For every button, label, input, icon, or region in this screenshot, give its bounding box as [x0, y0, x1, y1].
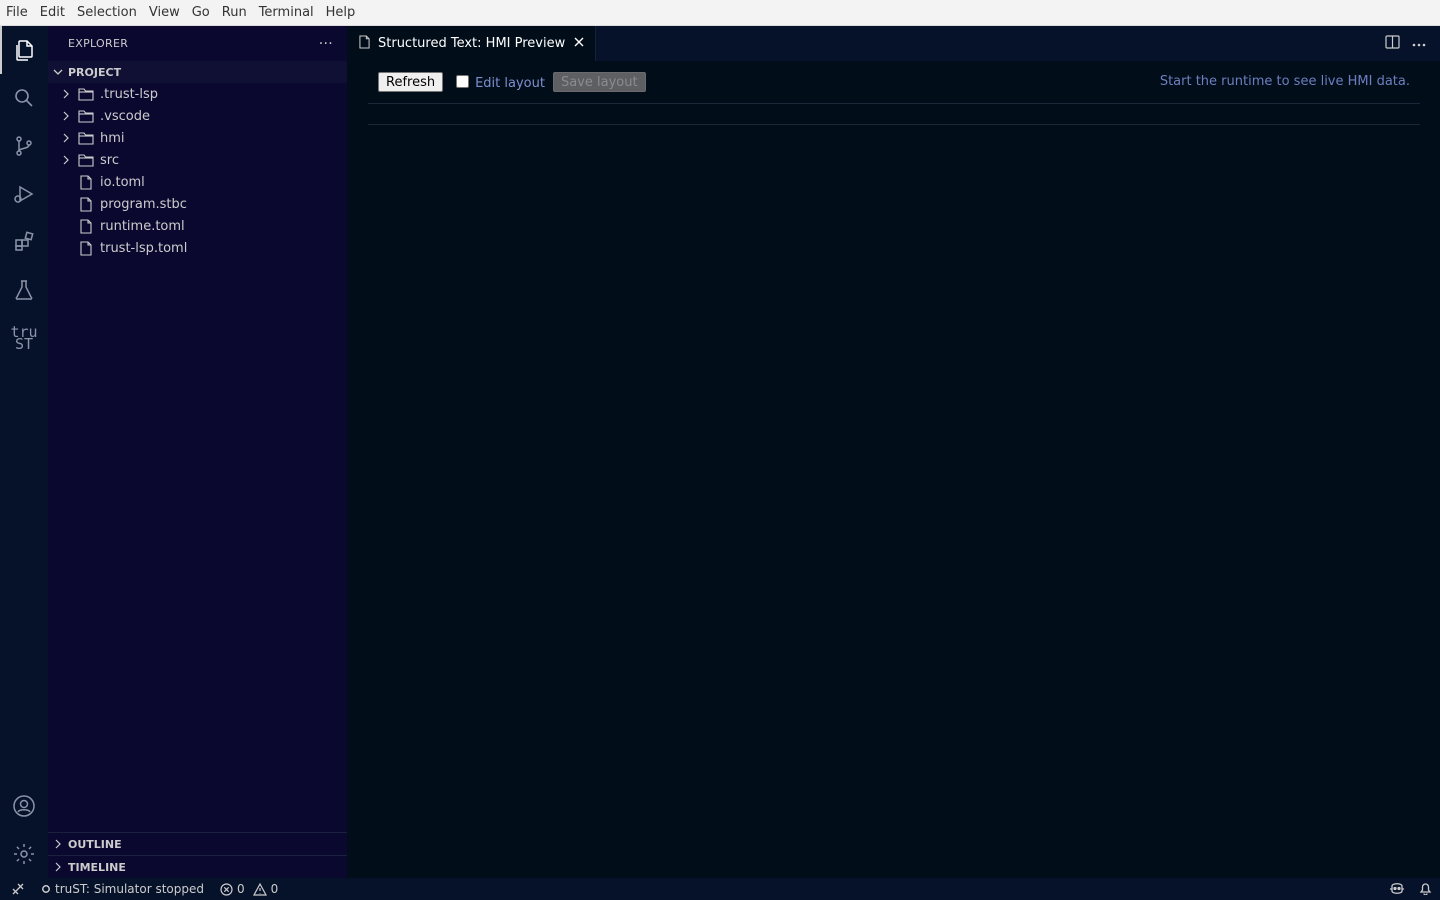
- activity-bar: tru ST: [0, 26, 48, 878]
- file-tree: .trust-lsp .vscode hmi src io.toml progr…: [48, 83, 347, 259]
- split-editor-icon[interactable]: [1385, 34, 1400, 53]
- menu-help[interactable]: Help: [320, 0, 362, 26]
- tree-item-runtime-toml[interactable]: runtime.toml: [48, 215, 347, 237]
- tab-bar: Structured Text: HMI Preview: [347, 26, 1440, 61]
- file-icon: [78, 240, 94, 256]
- explorer-sidebar: EXPLORER ··· PROJECT .trust-lsp .vscode …: [48, 26, 347, 878]
- copilot-icon[interactable]: [1389, 881, 1405, 898]
- runtime-status-label: truST: Simulator stopped: [55, 882, 204, 896]
- chevron-right-icon: [58, 155, 74, 165]
- warning-count: 0: [270, 882, 279, 896]
- tree-item-label: .vscode: [100, 108, 150, 124]
- tree-item-src[interactable]: src: [48, 149, 347, 171]
- testing-icon[interactable]: [0, 266, 48, 314]
- account-icon[interactable]: [0, 782, 48, 830]
- extensions-icon[interactable]: [0, 218, 48, 266]
- trust-icon[interactable]: tru ST: [0, 314, 48, 362]
- source-control-icon[interactable]: [0, 122, 48, 170]
- menu-run[interactable]: Run: [216, 0, 253, 26]
- remote-icon: [12, 883, 24, 895]
- save-layout-button[interactable]: Save layout: [552, 72, 646, 92]
- chevron-down-icon: [48, 66, 68, 78]
- tree-item-label: .trust-lsp: [100, 86, 159, 102]
- menu-bar: File Edit Selection View Go Run Terminal…: [0, 0, 1440, 26]
- section-project-label: PROJECT: [68, 65, 122, 79]
- tab-title: Structured Text: HMI Preview: [378, 36, 566, 51]
- error-count: 0: [237, 882, 245, 896]
- refresh-button[interactable]: Refresh: [378, 72, 444, 92]
- folder-icon: [78, 87, 94, 101]
- tree-item-io-toml[interactable]: io.toml: [48, 171, 347, 193]
- runtime-hint: Start the runtime to see live HMI data.: [1159, 74, 1410, 89]
- folder-icon: [78, 131, 94, 145]
- section-project[interactable]: PROJECT: [48, 61, 347, 83]
- file-icon: [359, 35, 370, 53]
- chevron-right-icon: [58, 89, 74, 99]
- tree-item-program-stbc[interactable]: program.stbc: [48, 193, 347, 215]
- tree-item-label: src: [100, 152, 119, 168]
- more-actions-icon[interactable]: [1412, 36, 1426, 51]
- search-icon[interactable]: [0, 74, 48, 122]
- problems-indicator[interactable]: 0 0: [214, 882, 284, 896]
- warning-icon: [252, 882, 267, 896]
- edit-layout-checkbox[interactable]: [456, 74, 470, 88]
- menu-edit[interactable]: Edit: [34, 0, 71, 26]
- status-bar: truST: Simulator stopped 0 0: [0, 878, 1440, 900]
- section-timeline[interactable]: TIMELINE: [48, 855, 347, 878]
- tree-item-label: io.toml: [100, 174, 145, 190]
- divider: [368, 124, 1420, 125]
- menu-file[interactable]: File: [0, 0, 34, 26]
- explorer-header: EXPLORER ···: [48, 26, 347, 61]
- chevron-right-icon: [58, 111, 74, 121]
- tree-item-label: runtime.toml: [100, 218, 185, 234]
- tree-item-label: trust-lsp.toml: [100, 240, 188, 256]
- chevron-right-icon: [48, 862, 68, 872]
- settings-gear-icon[interactable]: [0, 830, 48, 878]
- menu-go[interactable]: Go: [186, 0, 216, 26]
- tree-item-label: hmi: [100, 130, 125, 146]
- trust-logo-line2: ST: [14, 335, 34, 353]
- bell-icon[interactable]: [1419, 881, 1432, 898]
- editor-actions: [1385, 26, 1426, 61]
- explorer-icon[interactable]: [0, 26, 48, 74]
- section-timeline-label: TIMELINE: [68, 860, 126, 874]
- section-outline-label: OUTLINE: [68, 837, 122, 851]
- run-debug-icon[interactable]: [0, 170, 48, 218]
- tree-item-trust-lsp[interactable]: .trust-lsp: [48, 83, 347, 105]
- statusbar-right: [1389, 878, 1432, 900]
- chevron-right-icon: [58, 133, 74, 143]
- tab-hmi-preview[interactable]: Structured Text: HMI Preview: [347, 26, 597, 61]
- tree-item-trust-lsp-toml[interactable]: trust-lsp.toml: [48, 237, 347, 259]
- circle-icon: [42, 885, 50, 893]
- tree-item-vscode[interactable]: .vscode: [48, 105, 347, 127]
- remote-indicator[interactable]: [0, 882, 35, 896]
- tree-item-label: program.stbc: [100, 196, 187, 212]
- menu-selection[interactable]: Selection: [71, 0, 143, 26]
- edit-layout-label[interactable]: Edit layout: [475, 76, 545, 91]
- file-icon: [78, 218, 94, 234]
- explorer-title: EXPLORER: [68, 37, 129, 50]
- menu-view[interactable]: View: [143, 0, 186, 26]
- folder-icon: [78, 109, 94, 123]
- file-icon: [78, 174, 94, 190]
- error-icon: [220, 882, 233, 896]
- hmi-toolbar: Refresh Edit layout Save layout: [378, 72, 646, 92]
- menu-terminal[interactable]: Terminal: [253, 0, 320, 26]
- editor-area: Structured Text: HMI Preview Refresh Edi…: [347, 26, 1440, 878]
- sidebar-bottom-sections: OUTLINE TIMELINE: [48, 832, 347, 878]
- close-icon[interactable]: [573, 36, 585, 52]
- runtime-status[interactable]: truST: Simulator stopped: [35, 882, 210, 896]
- folder-icon: [78, 153, 94, 167]
- chevron-right-icon: [48, 839, 68, 849]
- more-actions-icon[interactable]: ···: [319, 36, 333, 52]
- divider: [368, 103, 1420, 104]
- section-outline[interactable]: OUTLINE: [48, 832, 347, 855]
- tree-item-hmi[interactable]: hmi: [48, 127, 347, 149]
- file-icon: [78, 196, 94, 212]
